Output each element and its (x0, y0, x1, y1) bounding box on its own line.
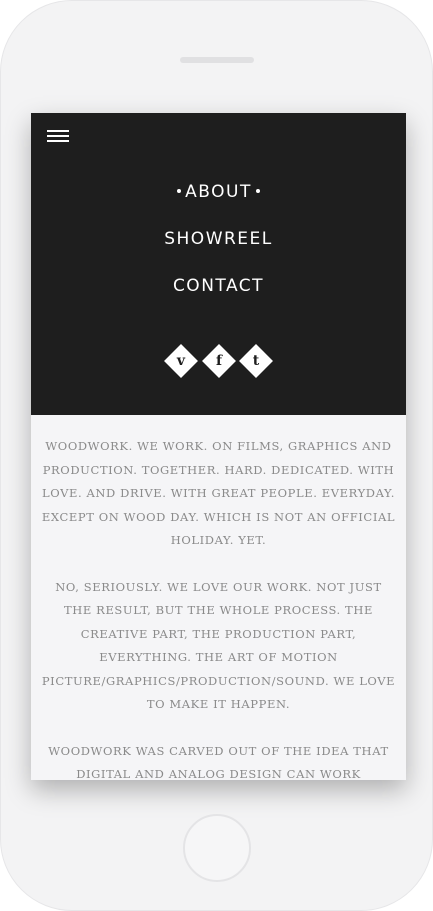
about-paragraph: WOODWORK. WE WORK. ON FILMS, GRAPHICS AN… (41, 439, 396, 547)
menu-item-contact-label: CONTACT (172, 276, 265, 296)
about-content: WOODWORK. WE WORK. ON FILMS, GRAPHICS AN… (31, 415, 406, 780)
home-button[interactable] (183, 814, 251, 882)
menu-item-about[interactable]: ABOUT (31, 181, 406, 203)
about-paragraph: WOODWORK WAS CARVED OUT OF THE IDEA THAT… (48, 743, 389, 781)
menu-item-about-label: ABOUT (185, 182, 252, 202)
menu-item-contact[interactable]: CONTACT (31, 275, 406, 297)
navigation-panel: ABOUT SHOWREEL CONTACT v f t (31, 113, 406, 415)
menu-item-showreel-label: SHOWREEL (164, 229, 273, 249)
active-dot-right (255, 188, 260, 193)
vimeo-link[interactable]: v (164, 344, 198, 378)
menu-item-showreel[interactable]: SHOWREEL (31, 228, 406, 250)
phone-screen: ABOUT SHOWREEL CONTACT v f t WOODWORK. W… (31, 113, 406, 780)
facebook-link[interactable]: f (202, 344, 236, 378)
twitter-link[interactable]: t (239, 344, 273, 378)
phone-speaker (180, 57, 254, 63)
vimeo-icon: v (176, 353, 186, 369)
active-dot-left (177, 188, 182, 193)
hamburger-menu-icon[interactable] (47, 129, 69, 143)
about-paragraph: NO, SERIOUSLY. WE LOVE OUR WORK. NOT JUS… (41, 579, 396, 712)
twitter-icon: t (252, 353, 260, 369)
facebook-icon: f (215, 353, 223, 369)
phone-frame: ABOUT SHOWREEL CONTACT v f t WOODWORK. W… (0, 0, 433, 911)
